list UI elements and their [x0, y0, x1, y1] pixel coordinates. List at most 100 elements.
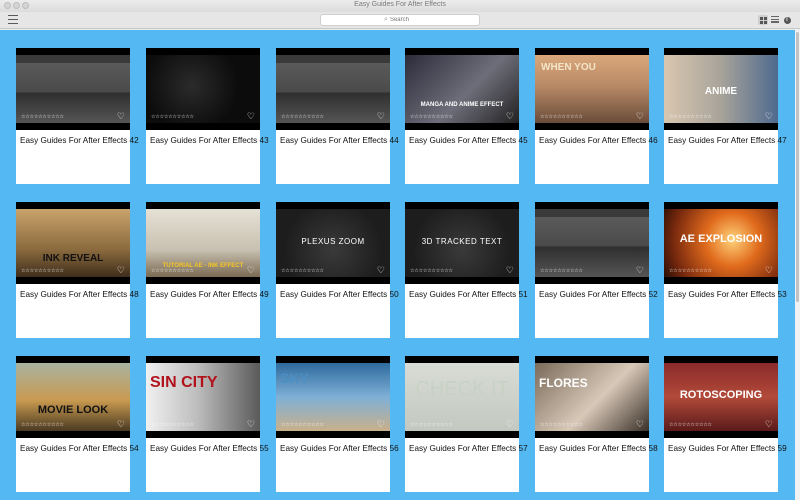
- favorite-heart-icon[interactable]: ♡: [117, 265, 125, 276]
- video-thumbnail[interactable]: MOVIE LOOK ☆☆☆☆☆☆☆☆☆☆ ♡: [16, 356, 130, 438]
- video-thumbnail[interactable]: TUTORIAL AE - INK EFFECT ☆☆☆☆☆☆☆☆☆☆ ♡: [146, 202, 260, 284]
- favorite-heart-icon[interactable]: ♡: [765, 419, 773, 430]
- video-title: Easy Guides For After Effects 55: [150, 444, 269, 453]
- info-icon: i: [783, 16, 791, 24]
- favorite-heart-icon[interactable]: ♡: [247, 265, 255, 276]
- rating-stars[interactable]: ☆☆☆☆☆☆☆☆☆☆: [21, 268, 64, 274]
- search-field[interactable]: ⌕: [320, 14, 480, 26]
- video-card[interactable]: TUTORIAL AE - INK EFFECT ☆☆☆☆☆☆☆☆☆☆ ♡ Easy …: [146, 202, 269, 338]
- grid-view-button[interactable]: [758, 15, 768, 25]
- window-title: Easy Guides For After Effects: [354, 1, 446, 8]
- menu-icon[interactable]: [8, 15, 18, 24]
- video-thumbnail[interactable]: ANIME ☆☆☆☆☆☆☆☆☆☆ ♡: [664, 48, 778, 130]
- rating-stars[interactable]: ☆☆☆☆☆☆☆☆☆☆: [151, 268, 194, 274]
- video-thumbnail[interactable]: PLEXUS ZOOM ☆☆☆☆☆☆☆☆☆☆ ♡: [276, 202, 390, 284]
- favorite-heart-icon[interactable]: ♡: [765, 111, 773, 122]
- rating-stars[interactable]: ☆☆☆☆☆☆☆☆☆☆: [151, 422, 194, 428]
- video-thumbnail[interactable]: SKY ☆☆☆☆☆☆☆☆☆☆ ♡: [276, 356, 390, 438]
- video-card[interactable]: INK REVEAL ☆☆☆☆☆☆☆☆☆☆ ♡ Easy Guides For Aft…: [16, 202, 139, 338]
- video-card[interactable]: ☆☆☆☆☆☆☆☆☆☆ ♡ Easy Guides For After Effects…: [16, 48, 139, 184]
- video-title: Easy Guides For After Effects 53: [668, 290, 787, 299]
- thumbnail-caption: SIN CITY: [150, 374, 218, 391]
- rating-stars[interactable]: ☆☆☆☆☆☆☆☆☆☆: [540, 114, 583, 120]
- thumbnail-caption: PLEXUS ZOOM: [301, 237, 365, 246]
- thumbnail-caption: 3D TRACKED TEXT: [421, 237, 503, 246]
- favorite-heart-icon[interactable]: ♡: [636, 111, 644, 122]
- favorite-heart-icon[interactable]: ♡: [117, 111, 125, 122]
- video-card[interactable]: PLEXUS ZOOM ☆☆☆☆☆☆☆☆☆☆ ♡ Easy Guides For Af…: [276, 202, 399, 338]
- video-thumbnail[interactable]: CHECK IT ☆☆☆☆☆☆☆☆☆☆ ♡: [405, 356, 519, 438]
- list-view-button[interactable]: [770, 15, 780, 25]
- rating-stars[interactable]: ☆☆☆☆☆☆☆☆☆☆: [281, 422, 324, 428]
- video-card[interactable]: FLORES ☆☆☆☆☆☆☆☆☆☆ ♡ Easy Guides For After E…: [535, 356, 658, 492]
- video-thumbnail[interactable]: AE EXPLOSION ☆☆☆☆☆☆☆☆☆☆ ♡: [664, 202, 778, 284]
- rating-stars[interactable]: ☆☆☆☆☆☆☆☆☆☆: [410, 268, 453, 274]
- favorite-heart-icon[interactable]: ♡: [247, 111, 255, 122]
- window-titlebar: Easy Guides For After Effects: [0, 0, 800, 12]
- rating-stars[interactable]: ☆☆☆☆☆☆☆☆☆☆: [540, 422, 583, 428]
- video-card[interactable]: MANGA AND ANIME EFFECT ☆☆☆☆☆☆☆☆☆☆ ♡ Easy Gu…: [405, 48, 528, 184]
- video-card[interactable]: CHECK IT ☆☆☆☆☆☆☆☆☆☆ ♡ Easy Guides For After…: [405, 356, 528, 492]
- video-thumbnail[interactable]: ☆☆☆☆☆☆☆☆☆☆ ♡: [146, 48, 260, 130]
- thumbnail-caption: WHEN YOU: [541, 62, 596, 73]
- video-card[interactable]: ☆☆☆☆☆☆☆☆☆☆ ♡ Easy Guides For After Effects…: [146, 48, 269, 184]
- favorite-heart-icon[interactable]: ♡: [765, 265, 773, 276]
- rating-stars[interactable]: ☆☆☆☆☆☆☆☆☆☆: [540, 268, 583, 274]
- rating-stars[interactable]: ☆☆☆☆☆☆☆☆☆☆: [410, 114, 453, 120]
- video-thumbnail[interactable]: INK REVEAL ☆☆☆☆☆☆☆☆☆☆ ♡: [16, 202, 130, 284]
- video-thumbnail[interactable]: 3D TRACKED TEXT ☆☆☆☆☆☆☆☆☆☆ ♡: [405, 202, 519, 284]
- rating-stars[interactable]: ☆☆☆☆☆☆☆☆☆☆: [669, 268, 712, 274]
- video-thumbnail[interactable]: WHEN YOU ☆☆☆☆☆☆☆☆☆☆ ♡: [535, 48, 649, 130]
- rating-stars[interactable]: ☆☆☆☆☆☆☆☆☆☆: [281, 114, 324, 120]
- video-thumbnail[interactable]: ☆☆☆☆☆☆☆☆☆☆ ♡: [16, 48, 130, 130]
- video-thumbnail[interactable]: ☆☆☆☆☆☆☆☆☆☆ ♡: [276, 48, 390, 130]
- grid-icon: [759, 16, 767, 24]
- rating-stars[interactable]: ☆☆☆☆☆☆☆☆☆☆: [21, 114, 64, 120]
- video-thumbnail[interactable]: ROTOSCOPING ☆☆☆☆☆☆☆☆☆☆ ♡: [664, 356, 778, 438]
- video-card[interactable]: ☆☆☆☆☆☆☆☆☆☆ ♡ Easy Guides For After Effects…: [535, 202, 658, 338]
- video-card[interactable]: WHEN YOU ☆☆☆☆☆☆☆☆☆☆ ♡ Easy Guides For After…: [535, 48, 658, 184]
- thumbnail-artwork: [16, 209, 130, 277]
- thumbnail-caption: MANGA AND ANIME EFFECT: [420, 102, 504, 108]
- rating-stars[interactable]: ☆☆☆☆☆☆☆☆☆☆: [21, 422, 64, 428]
- video-card[interactable]: SKY ☆☆☆☆☆☆☆☆☆☆ ♡ Easy Guides For After Effe…: [276, 356, 399, 492]
- info-button[interactable]: i: [782, 15, 792, 25]
- video-title: Easy Guides For After Effects 47: [668, 136, 787, 145]
- video-title: Easy Guides For After Effects 44: [280, 136, 399, 145]
- favorite-heart-icon[interactable]: ♡: [506, 265, 514, 276]
- video-thumbnail[interactable]: ☆☆☆☆☆☆☆☆☆☆ ♡: [535, 202, 649, 284]
- video-card[interactable]: 3D TRACKED TEXT ☆☆☆☆☆☆☆☆☆☆ ♡ Easy Guides Fo…: [405, 202, 528, 338]
- list-icon: [771, 15, 779, 24]
- favorite-heart-icon[interactable]: ♡: [636, 419, 644, 430]
- search-input[interactable]: [389, 17, 416, 23]
- favorite-heart-icon[interactable]: ♡: [506, 111, 514, 122]
- video-thumbnail[interactable]: SIN CITY ☆☆☆☆☆☆☆☆☆☆ ♡: [146, 356, 260, 438]
- thumbnail-caption: FLORES: [539, 376, 588, 390]
- video-card[interactable]: MOVIE LOOK ☆☆☆☆☆☆☆☆☆☆ ♡ Easy Guides For Aft…: [16, 356, 139, 492]
- rating-stars[interactable]: ☆☆☆☆☆☆☆☆☆☆: [410, 422, 453, 428]
- video-card[interactable]: ROTOSCOPING ☆☆☆☆☆☆☆☆☆☆ ♡ Easy Guides For Af…: [664, 356, 787, 492]
- favorite-heart-icon[interactable]: ♡: [377, 111, 385, 122]
- favorite-heart-icon[interactable]: ♡: [117, 419, 125, 430]
- scrollbar-thumb[interactable]: [796, 32, 799, 302]
- rating-stars[interactable]: ☆☆☆☆☆☆☆☆☆☆: [281, 268, 324, 274]
- video-thumbnail[interactable]: FLORES ☆☆☆☆☆☆☆☆☆☆ ♡: [535, 356, 649, 438]
- favorite-heart-icon[interactable]: ♡: [377, 265, 385, 276]
- thumbnail-artwork: [146, 55, 260, 123]
- rating-stars[interactable]: ☆☆☆☆☆☆☆☆☆☆: [151, 114, 194, 120]
- rating-stars[interactable]: ☆☆☆☆☆☆☆☆☆☆: [669, 114, 712, 120]
- video-card[interactable]: ANIME ☆☆☆☆☆☆☆☆☆☆ ♡ Easy Guides For After Ef…: [664, 48, 787, 184]
- video-card[interactable]: SIN CITY ☆☆☆☆☆☆☆☆☆☆ ♡ Easy Guides For After…: [146, 356, 269, 492]
- thumbnail-caption: AE EXPLOSION: [679, 233, 763, 245]
- vertical-scrollbar[interactable]: [795, 30, 800, 500]
- favorite-heart-icon[interactable]: ♡: [636, 265, 644, 276]
- favorite-heart-icon[interactable]: ♡: [377, 419, 385, 430]
- video-card[interactable]: AE EXPLOSION ☆☆☆☆☆☆☆☆☆☆ ♡ Easy Guides For A…: [664, 202, 787, 338]
- video-card[interactable]: ☆☆☆☆☆☆☆☆☆☆ ♡ Easy Guides For After Effects…: [276, 48, 399, 184]
- video-title: Easy Guides For After Effects 52: [539, 290, 658, 299]
- favorite-heart-icon[interactable]: ♡: [506, 419, 514, 430]
- video-thumbnail[interactable]: MANGA AND ANIME EFFECT ☆☆☆☆☆☆☆☆☆☆ ♡: [405, 48, 519, 130]
- favorite-heart-icon[interactable]: ♡: [247, 419, 255, 430]
- rating-stars[interactable]: ☆☆☆☆☆☆☆☆☆☆: [669, 422, 712, 428]
- thumbnail-artwork: [405, 55, 519, 123]
